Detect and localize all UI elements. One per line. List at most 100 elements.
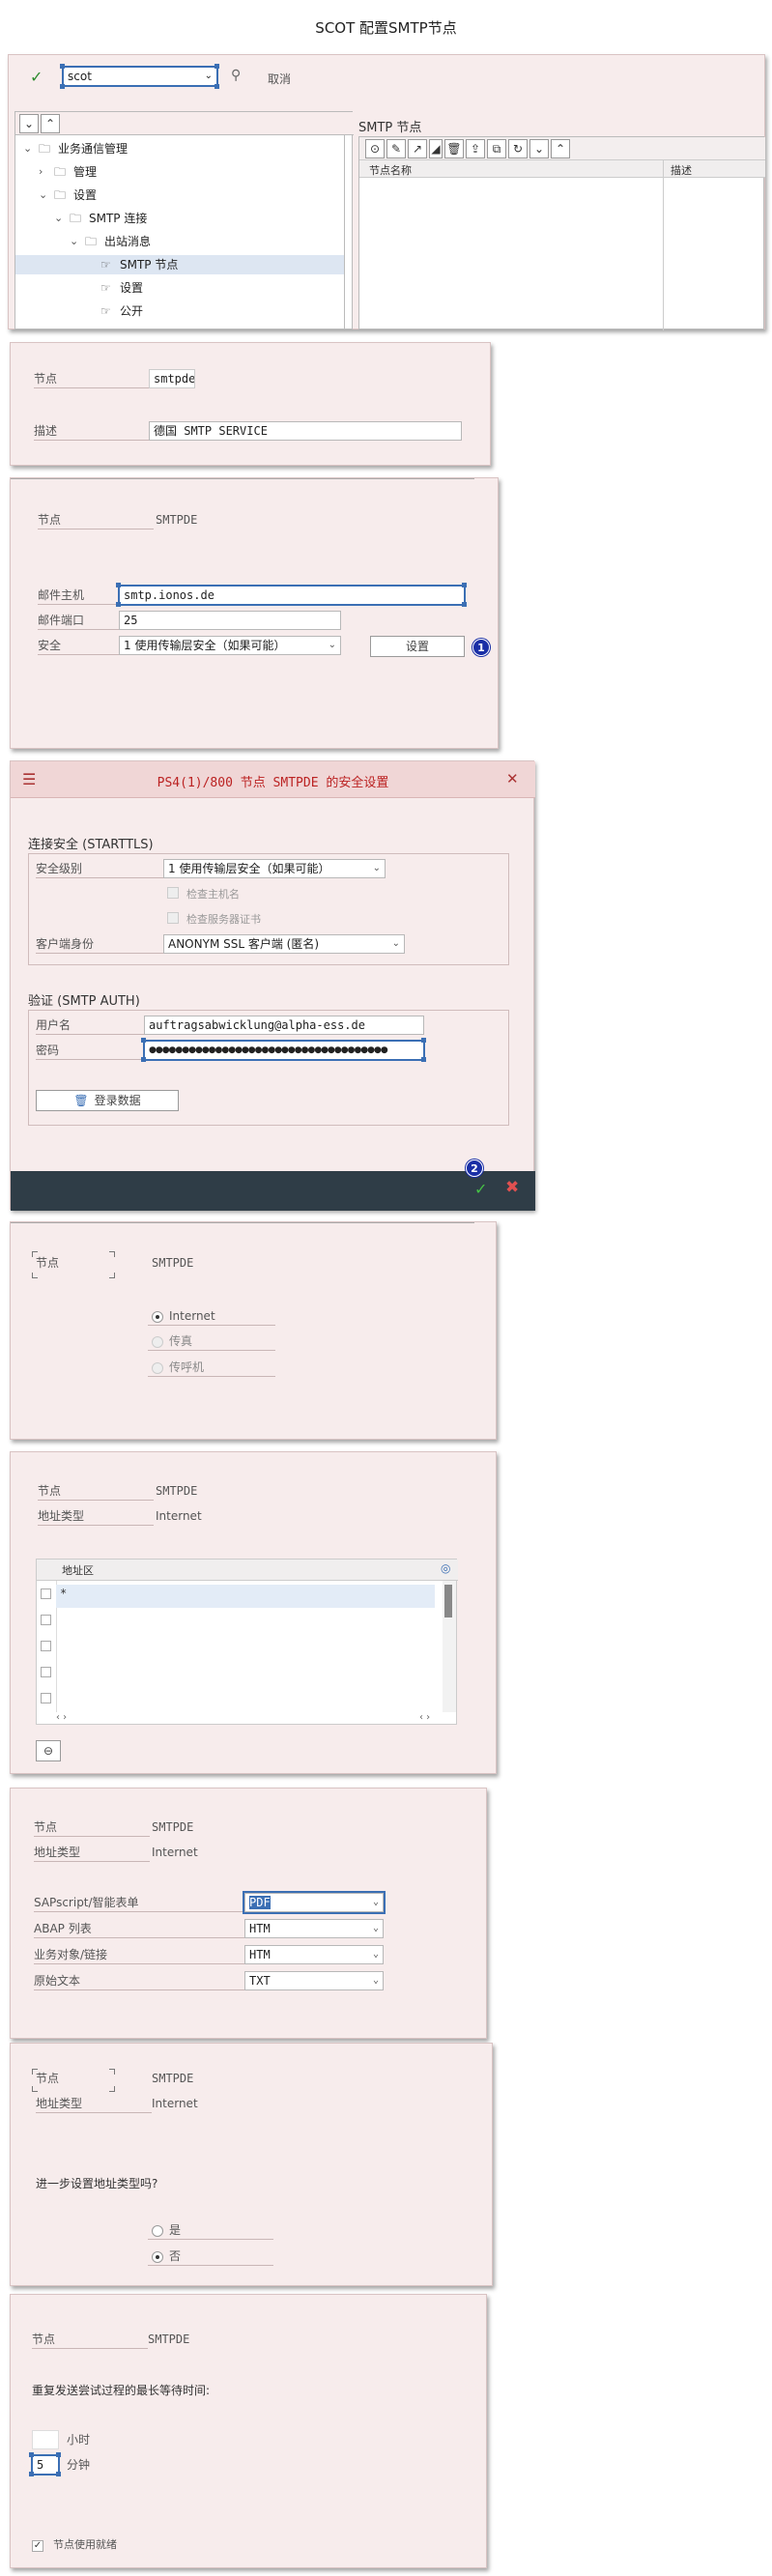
format-select[interactable]: HTM ⌄ <box>244 1919 384 1938</box>
ready-checkbox[interactable]: ✓ <box>32 2540 43 2552</box>
client-identity-select[interactable]: ANONYM SSL 客户端 (匿名) ⌄ <box>163 934 405 954</box>
command-field[interactable]: scot ⌄ <box>62 66 218 87</box>
mail-host-input[interactable]: smtp.ionos.de <box>118 585 466 606</box>
password-label: 密码 <box>36 1043 152 1060</box>
tree-list: ⌄ 🗀 业务通信管理 › 🗀 管理 ⌄ 🗀 设置 ⌄ 🗀 SMTP 连接 ⌄ 🗀 出站消息 ☞ SMTP 节点 ☞… <box>15 139 344 329</box>
minutes-input[interactable]: 5 <box>31 2454 60 2476</box>
radio-no-label: 否 <box>148 2248 273 2266</box>
chevron-down-icon[interactable]: ⌄ <box>23 139 35 158</box>
delete-icon[interactable]: 🗑 <box>444 139 464 158</box>
format-select[interactable]: HTM ⌄ <box>244 1945 384 1964</box>
row-checkbox[interactable] <box>41 1693 51 1703</box>
transport-icon[interactable]: ⇪ <box>466 139 485 158</box>
folder-icon: 🗀 <box>54 188 67 202</box>
check-hostname-checkbox[interactable] <box>167 887 179 899</box>
node-list-pane: ⊙ ✎ ↗ ◢ 🗑 ⇪ ⧉ ↻ ⌄ ⌃ 节点名称 描述 <box>358 136 765 330</box>
radio-pager-label: 传呼机 <box>148 1360 275 1377</box>
security-level-select[interactable]: 1 使用传输层安全（如果可能） ⌄ <box>163 859 386 878</box>
chevron-down-icon[interactable]: ⌄ <box>373 1946 379 1963</box>
settings-button[interactable]: 设置 <box>370 636 465 657</box>
duplicate-icon[interactable]: ⧉ <box>487 139 506 158</box>
description-label: 描述 <box>34 423 150 441</box>
address-area-cell[interactable]: * <box>60 1587 67 1600</box>
expand-all-icon[interactable]: ⌄ <box>19 114 39 133</box>
edit-icon[interactable]: ✎ <box>386 139 406 158</box>
scroll-thumb[interactable] <box>444 1585 452 1617</box>
col-address-area[interactable]: 地址区 <box>62 1562 94 1578</box>
close-icon[interactable]: ✕ <box>506 770 519 787</box>
node-value: SMTPDE <box>156 1484 198 1498</box>
horizontal-scroll[interactable]: ‹ › <box>56 1712 67 1723</box>
mail-port-input[interactable]: 25 <box>119 611 341 630</box>
row-checkbox[interactable] <box>41 1589 51 1599</box>
execute-icon: ☞ <box>100 281 111 295</box>
login-data-button[interactable]: 🗑 登录数据 <box>36 1090 179 1111</box>
address-type-label: 地址类型 <box>38 1508 154 1526</box>
chevron-down-icon[interactable]: ⌄ <box>373 1894 379 1911</box>
hours-input[interactable] <box>32 2430 59 2449</box>
expand-icon[interactable]: ⌄ <box>529 139 549 158</box>
dialog-title: PS4(1)/800 节点 SMTPDE 的安全设置 <box>157 776 389 790</box>
col-node-name[interactable]: 节点名称 <box>369 162 412 178</box>
security-select[interactable]: 1 使用传输层安全（如果可能） ⌄ <box>119 636 341 655</box>
chevron-down-icon[interactable]: ⌄ <box>54 209 66 228</box>
node-list-title: SMTP 节点 <box>358 121 422 135</box>
collapse-all-icon[interactable]: ⌃ <box>41 114 60 133</box>
ok-icon[interactable]: ✓ <box>474 1180 487 1198</box>
node-input[interactable]: smtpde <box>149 369 195 388</box>
col-description[interactable]: 描述 <box>671 162 692 178</box>
create-icon[interactable]: ↗ <box>408 139 427 158</box>
scot-main-panel: ✓ scot ⌄ ⚲ 取消 ⌄ ⌃ ⌄ 🗀 业务通信管理 › 🗀 管理 ⌄ 🗀 设置 ⌄ 🗀 SMTP… <box>8 54 765 330</box>
refresh-icon[interactable]: ↻ <box>508 139 528 158</box>
chevron-right-icon[interactable]: › <box>39 162 50 182</box>
node-value: SMTPDE <box>148 2333 190 2346</box>
chevron-down-icon[interactable]: ⌄ <box>373 1972 379 1989</box>
password-input[interactable]: ●●●●●●●●●●●●●●●●●●●●●●●●●●●●●●●●●●●● <box>143 1040 425 1061</box>
chevron-down-icon[interactable]: ⌄ <box>39 186 50 205</box>
confirm-icon[interactable]: ✓ <box>30 68 43 86</box>
copy-icon[interactable]: ◢ <box>429 139 443 158</box>
horizontal-scroll-right[interactable]: ‹ › <box>419 1712 430 1723</box>
address-type-value: Internet <box>156 1509 202 1523</box>
create-node-panel: 节点 smtpde 描述 德国 SMTP SERVICE <box>10 342 491 466</box>
transaction-icon[interactable]: ⚲ <box>231 68 241 83</box>
check-cert-label: 检查服务器证书 <box>186 913 261 926</box>
row-checkbox[interactable] <box>41 1667 51 1677</box>
cancel-button[interactable]: 取消 <box>268 71 291 87</box>
collapse-icon[interactable]: ⌃ <box>551 139 570 158</box>
chevron-down-icon[interactable]: ⌄ <box>205 68 213 85</box>
cancel-icon[interactable]: ✖ <box>505 1178 519 1197</box>
address-area-panel: 节点 SMTPDE 地址类型 Internet 地址区 ◎ * ‹ › ‹ › … <box>10 1451 497 1774</box>
tree-item[interactable]: ☞ SMTP 节点 <box>15 255 344 274</box>
ready-label: 节点使用就绪 <box>53 2538 117 2551</box>
display-icon[interactable]: ⊙ <box>365 139 385 158</box>
radio-fax-label: 传真 <box>148 1333 275 1351</box>
chevron-down-icon[interactable]: ⌄ <box>70 232 81 251</box>
username-input[interactable]: auftragsabwicklung@alpha-ess.de <box>144 1016 424 1035</box>
step-marker-2: 2 <box>466 1159 483 1177</box>
tree-item-label: 业务通信管理 <box>58 142 129 156</box>
question-text: 重复发送尝试过程的最长等待时间: <box>32 2384 211 2397</box>
check-cert-checkbox[interactable] <box>167 912 179 924</box>
format-select[interactable]: TXT ⌄ <box>244 1971 384 1990</box>
tree-item-label: 管理 <box>73 165 98 179</box>
format-label: 业务对象/链接 <box>34 1947 256 1964</box>
execute-icon: ☞ <box>100 258 111 272</box>
retry-time-panel: 节点 SMTPDE 重复发送尝试过程的最长等待时间: 小时 5 分钟 ✓ 节点使… <box>10 2294 487 2568</box>
format-select[interactable]: PDF ⌄ <box>243 1891 386 1914</box>
minutes-label: 分钟 <box>67 2458 91 2472</box>
remove-row-button[interactable]: ⊖ <box>36 1740 61 1761</box>
trash-icon: 🗑 <box>73 1094 89 1107</box>
table-row[interactable] <box>56 1585 435 1608</box>
chevron-down-icon[interactable]: ⌄ <box>373 1920 379 1937</box>
tree-item-label: SMTP 节点 <box>120 258 179 272</box>
security-dialog: ☰ PS4(1)/800 节点 SMTPDE 的安全设置 ✕ 连接安全 (STA… <box>10 760 535 1211</box>
row-checkbox[interactable] <box>41 1615 51 1625</box>
settings-icon[interactable]: ◎ <box>441 1561 450 1575</box>
row-checkbox[interactable] <box>41 1641 51 1651</box>
execute-icon: ☞ <box>100 304 111 318</box>
description-input[interactable]: 德国 SMTP SERVICE <box>149 421 462 441</box>
security-label: 安全 <box>38 638 125 655</box>
format-label: 原始文本 <box>34 1973 256 1990</box>
dialog-footer <box>11 1171 535 1211</box>
